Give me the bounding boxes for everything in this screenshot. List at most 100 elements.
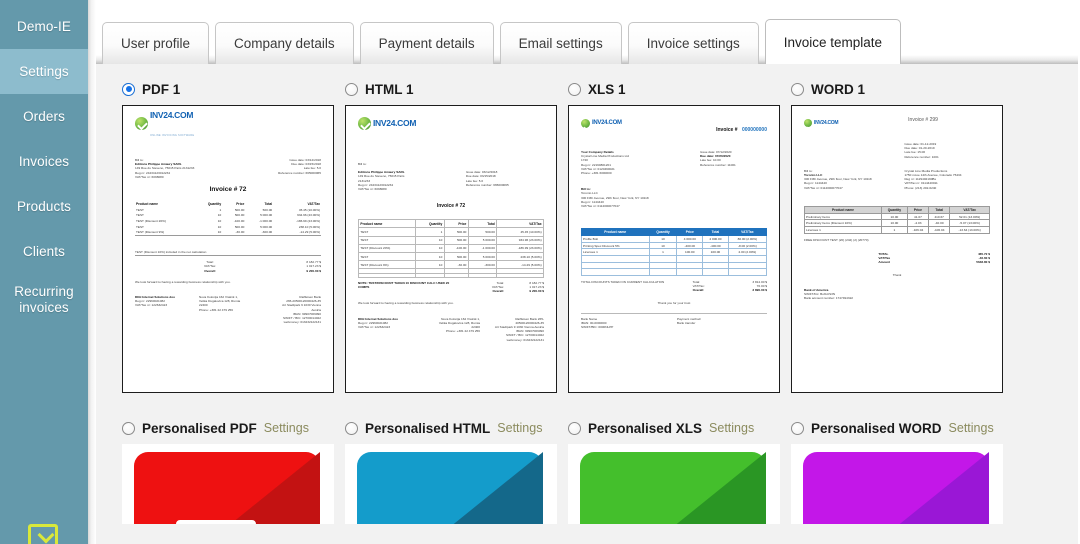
radio-icon[interactable] <box>791 421 804 435</box>
radio-icon[interactable] <box>791 82 804 96</box>
footer-line: Phone: +381 22 479 256 <box>199 307 233 312</box>
tab-payment-details[interactable]: Payment details <box>359 22 494 64</box>
cell: 10 <box>414 260 445 270</box>
table-row <box>581 255 768 263</box>
col-price: Price <box>676 228 704 237</box>
cell: -40.00 <box>928 219 951 227</box>
preview-thumbnail-word1[interactable]: INV24.COM Invoice # 299 Issue date: 01-1… <box>791 105 1003 393</box>
radio-icon[interactable] <box>568 421 581 435</box>
preview-thumbnail-personalised-word[interactable] <box>791 444 1003 524</box>
col-vat-tax: VAT/Tax <box>496 219 544 229</box>
cell: 2.00 (2.00%) <box>727 248 768 256</box>
cell: -1 000.00 <box>467 243 498 253</box>
sidebar-item-demo-ie[interactable]: Demo-IE <box>0 4 88 49</box>
table-row: TEST 1 500.00 500.00 45.45 (10.00%) <box>358 227 544 237</box>
radio-personalised-word[interactable]: Personalised WORD Settings <box>791 417 1014 439</box>
tab-label: Company details <box>234 36 335 51</box>
invoice-template-panel: PDF 1 INV24.COM ONLINE INVOICING SOFTWAR… <box>96 64 1080 544</box>
main-area: User profile Company details Payment det… <box>96 0 1080 544</box>
cell: TEST (Discount 20%) <box>358 243 416 253</box>
footer-line: Phone: +381 22 479 256 <box>446 329 480 334</box>
cell: -106.04 <box>928 226 951 234</box>
document-footer: DIGI Internet Solutions doo Reg nr: 2296… <box>358 314 544 342</box>
tab-invoice-settings[interactable]: Invoice settings <box>627 22 759 64</box>
radio-word1[interactable]: WORD 1 <box>791 78 1014 100</box>
table-header-row: Product name Quantity Price Total VAT/Ta… <box>581 228 768 237</box>
template-label: WORD 1 <box>811 81 865 97</box>
app-root: Demo-IE Settings Orders Invoices Product… <box>0 0 1080 544</box>
table-row: TEST 10 500.00 5 000.00 238.10 (5.00%) <box>358 251 544 262</box>
tab-user-profile[interactable]: User profile <box>102 22 210 64</box>
total-value: 3 890.00 $ <box>752 288 767 293</box>
preview-thumbnail-personalised-html[interactable] <box>345 444 557 524</box>
settings-link[interactable]: Settings <box>264 421 309 435</box>
radio-personalised-pdf[interactable]: Personalised PDF Settings <box>122 417 345 439</box>
cell: 1 <box>414 227 445 237</box>
col-vat-tax: VAT/Tax <box>727 228 768 237</box>
cell <box>581 268 650 276</box>
meta-line: Reference number: 665000065 <box>278 170 321 175</box>
sidebar-item-products[interactable]: Products <box>0 184 88 229</box>
settings-link[interactable]: Settings <box>709 421 754 435</box>
leaf-icon <box>358 116 371 130</box>
line-items-table: Product name Quantity Price Total VAT/Ta… <box>581 228 768 276</box>
table-row: TEST (Discount 20%) 10 -100.00 -1 000.00… <box>358 243 544 253</box>
col-price: Price <box>443 219 469 229</box>
total-value: 5648.80 $ <box>976 260 990 265</box>
tab-invoice-template[interactable]: Invoice template <box>764 19 902 64</box>
bill-to-line: VAT/Tax nr: 6098080 <box>135 174 164 179</box>
tab-label: Invoice template <box>783 34 883 50</box>
cell: Profile Bolt <box>581 235 650 243</box>
logo-text: INV24.COM <box>373 118 417 128</box>
radio-xls1[interactable]: XLS 1 <box>568 78 791 100</box>
radio-icon[interactable] <box>568 82 581 96</box>
tab-company-details[interactable]: Company details <box>215 22 354 64</box>
settings-link[interactable]: Settings <box>949 421 994 435</box>
table-note: TOTAL DISCOUNTS TAKEN ON CURRENT CALCULA… <box>581 279 665 284</box>
cell: Licenses 1 <box>803 226 883 234</box>
settings-link[interactable]: Settings <box>497 421 542 435</box>
image-icon[interactable] <box>28 524 58 544</box>
radio-icon[interactable] <box>345 421 358 435</box>
tab-email-settings[interactable]: Email settings <box>499 22 622 64</box>
cell <box>676 261 704 270</box>
table-row: Preliminary Items 10.00 41.07 410.67 52.… <box>803 212 990 221</box>
cell: Licenses 1 <box>581 248 650 256</box>
preview-thumbnail-personalised-xls[interactable] <box>568 444 780 524</box>
radio-pdf1[interactable]: PDF 1 <box>122 78 345 100</box>
sidebar-item-settings[interactable]: Settings <box>0 49 88 94</box>
template-label: Personalised PDF <box>142 420 257 436</box>
sidebar-item-orders[interactable]: Orders <box>0 94 88 139</box>
preview-thumbnail-personalised-pdf[interactable] <box>122 444 334 524</box>
cell: -14.29 (5.00%) <box>299 230 320 235</box>
sidebar-item-clients[interactable]: Clients <box>0 229 88 274</box>
preview-thumbnail-xls1[interactable]: INV24.COM Invoice # 000000000 Your Compa… <box>568 105 780 393</box>
table-row: Licenses 1 1 -106.04 -106.04 -13.64 (13.… <box>803 226 990 234</box>
icon-fold <box>580 452 766 524</box>
cell: -400.00 <box>676 241 704 250</box>
tab-label: User profile <box>121 36 191 51</box>
icon-glyph <box>176 520 256 524</box>
leaf-icon <box>135 116 148 130</box>
footer-line: webmoney: 013232122131 <box>506 337 544 342</box>
bill-to-line: VAT/Tax nr: 6098080 <box>358 187 387 192</box>
thanks-note: Thank <box>892 273 902 278</box>
radio-icon[interactable] <box>345 82 358 96</box>
radio-html1[interactable]: HTML 1 <box>345 78 568 100</box>
bill-to-line: VAT/Tax nr: 0112000077047 <box>804 185 843 190</box>
cell: -4.03 <box>906 219 930 227</box>
cell: 41.07 <box>906 212 930 221</box>
meta-line: Reference number: 11001 <box>700 162 736 167</box>
sidebar-item-invoices[interactable]: Invoices <box>0 139 88 184</box>
radio-personalised-html[interactable]: Personalised HTML Settings <box>345 417 568 439</box>
template-option-word1: WORD 1 INV24.COM Invoice # 299 Issue dat… <box>791 78 1014 393</box>
radio-personalised-xls[interactable]: Personalised XLS Settings <box>568 417 791 439</box>
preview-thumbnail-pdf1[interactable]: INV24.COM ONLINE INVOICING SOFTWARE Bill… <box>122 105 334 393</box>
sidebar-item-label: Demo-IE <box>17 18 71 34</box>
preview-thumbnail-html1[interactable]: INV24.COM Bill to: Editions Philippe Ama… <box>345 105 557 393</box>
radio-icon[interactable] <box>122 82 135 96</box>
line-items-table: Product name Quantity Price Total VAT/Ta… <box>135 201 321 236</box>
radio-icon[interactable] <box>122 421 135 435</box>
cell: -14.29 (5.00%) <box>496 260 544 270</box>
sidebar-item-recurring-invoices[interactable]: Recurring invoices <box>0 274 88 326</box>
